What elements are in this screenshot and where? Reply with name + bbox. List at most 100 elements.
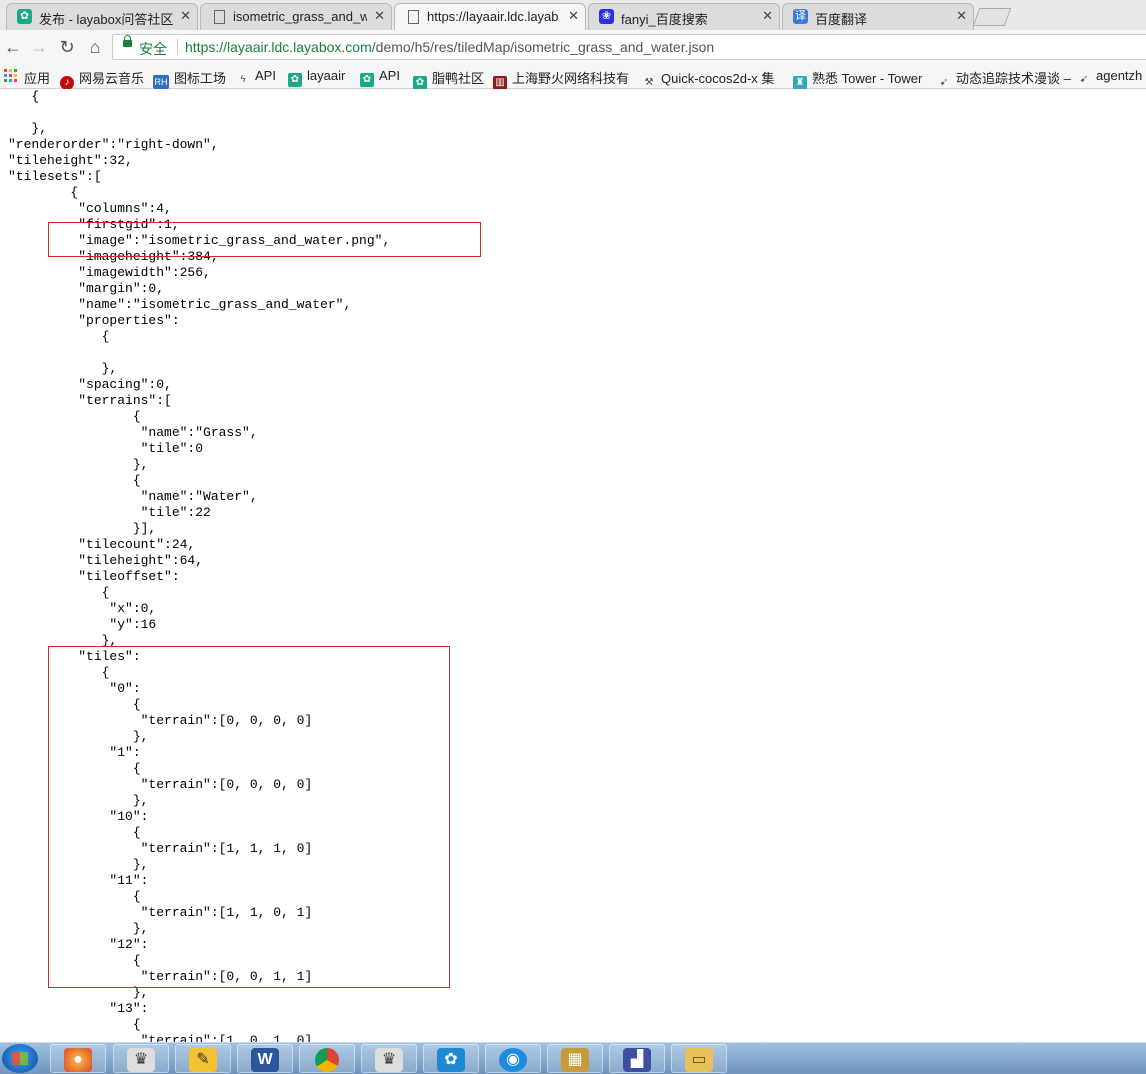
bookmark-netease-music[interactable]: ♪ 网易云音乐 bbox=[60, 68, 144, 90]
json-line: "tile":22 bbox=[8, 505, 211, 520]
apps-grid-icon[interactable] bbox=[4, 69, 18, 83]
taskbar-folder[interactable]: ▭ bbox=[671, 1044, 727, 1073]
home-icon[interactable]: ⌂ bbox=[84, 36, 106, 58]
divider bbox=[177, 39, 178, 55]
reload-icon[interactable]: ↻ bbox=[56, 36, 78, 58]
bookmark-apps[interactable]: 应用 bbox=[24, 68, 50, 87]
bookmarks-bar: 应用 ♪ 网易云音乐 RH 图标工场 ϟ API ✿ layaair ✿ API ✿ 脂鸭社… bbox=[0, 64, 1146, 90]
tab-layabox-forum[interactable]: ✿ 发布 - layabox问答社区 ✕ bbox=[6, 3, 198, 30]
cocos-icon: ♛ bbox=[375, 1048, 403, 1072]
bookmark-label: 动态追踪技术漫谈 – bbox=[956, 71, 1071, 86]
bookmark-label: API bbox=[255, 68, 276, 83]
json-line: "name":"Water", bbox=[8, 489, 258, 504]
taskbar-cocos[interactable]: ♛ bbox=[113, 1044, 169, 1073]
json-line: "renderorder":"right-down", bbox=[8, 137, 219, 152]
json-line: "name":"isometric_grass_and_water", bbox=[8, 297, 352, 312]
bookmark-label: 脂鸭社区 bbox=[432, 71, 485, 86]
close-icon[interactable]: ✕ bbox=[374, 8, 385, 24]
forward-arrow-icon[interactable]: → bbox=[28, 36, 50, 58]
close-icon[interactable]: ✕ bbox=[180, 8, 191, 24]
json-line: }, bbox=[8, 361, 118, 376]
rh-icon: RH bbox=[153, 75, 169, 89]
highlight-box-tiles bbox=[48, 646, 450, 988]
taskbar-word[interactable]: W bbox=[237, 1044, 293, 1073]
json-line: "columns":4, bbox=[8, 201, 172, 216]
bookmark-yehuo[interactable]: ▥ 上海野火网络科技有限 bbox=[493, 68, 629, 90]
json-line: "spacing":0, bbox=[8, 377, 172, 392]
tab-fanyi-search[interactable]: ❀ fanyi_百度搜索 ✕ bbox=[588, 3, 780, 30]
layabox-icon: ✿ bbox=[437, 1048, 465, 1072]
baidu-paw-icon: ❀ bbox=[599, 9, 614, 24]
taskbar-windows-live[interactable]: ● bbox=[50, 1044, 106, 1073]
taskbar-file-manager[interactable]: ▦ bbox=[547, 1044, 603, 1073]
json-line: "terrain":[1, 0, 1, 0] bbox=[8, 1033, 313, 1042]
back-arrow-icon[interactable]: ← bbox=[2, 36, 24, 58]
bookmark-laya-community[interactable]: ✿ 脂鸭社区 bbox=[413, 68, 484, 90]
tab-label: fanyi_百度搜索 bbox=[621, 12, 708, 27]
json-line: "name":"Grass", bbox=[8, 425, 258, 440]
file-manager-icon: ▦ bbox=[561, 1048, 589, 1072]
bookmark-api-1[interactable]: ϟ API bbox=[236, 68, 276, 87]
highlight-box-image bbox=[48, 222, 481, 257]
new-tab-button[interactable] bbox=[972, 8, 1012, 26]
bookmark-label: 上海野火网络科技有限 bbox=[512, 71, 629, 86]
json-line: { bbox=[8, 1017, 141, 1032]
bookmark-quick-cocos[interactable]: ⚒ Quick-cocos2d-x 集 bbox=[642, 68, 780, 90]
close-icon[interactable]: ✕ bbox=[568, 8, 579, 24]
browser-toolbar: ← → ↻ ⌂ 安全 https://layaair.ldc.layabox.c… bbox=[0, 30, 1146, 64]
taskbar-tim[interactable]: ◉ bbox=[485, 1044, 541, 1073]
bookmark-dynamic-tracing[interactable]: ➹ 动态追踪技术漫谈 – bbox=[937, 68, 1071, 90]
text-editor-icon: ✎ bbox=[189, 1048, 217, 1072]
tab-label: 百度翻译 bbox=[815, 12, 868, 27]
cocos-icon: ♛ bbox=[127, 1048, 155, 1072]
lock-icon bbox=[123, 35, 132, 47]
json-line: { bbox=[8, 585, 110, 600]
bookmark-api-2[interactable]: ✿ API bbox=[360, 68, 400, 87]
windows-start-icon[interactable] bbox=[2, 1044, 38, 1073]
layabox-icon: ✿ bbox=[17, 9, 32, 24]
tab-layaair-url[interactable]: https://layaair.ldc.layab ✕ bbox=[394, 3, 586, 30]
taskbar-layabox[interactable]: ✿ bbox=[423, 1044, 479, 1073]
json-line: "tileheight":32, bbox=[8, 153, 133, 168]
bookmark-agentzh[interactable]: ➹ agentzh bbox=[1077, 68, 1142, 87]
taskbar-cocos-2[interactable]: ♛ bbox=[361, 1044, 417, 1073]
bookmark-tower[interactable]: ♜ 熟悉 Tower - Tower bbox=[793, 68, 922, 90]
bookmark-label: 应用 bbox=[24, 71, 51, 86]
tab-label: isometric_grass_and_w bbox=[233, 9, 367, 24]
bookmark-label: layaair bbox=[307, 68, 346, 83]
bookmark-icon-workshop[interactable]: RH 图标工场 bbox=[153, 68, 226, 89]
json-line: "tilecount":24, bbox=[8, 537, 196, 552]
tab-baidu-translate[interactable]: 译 百度翻译 ✕ bbox=[782, 3, 974, 30]
company-logo-icon: ▥ bbox=[493, 76, 507, 90]
url-text[interactable]: https://layaair.ldc.layabox.com/demo/h5/… bbox=[185, 39, 714, 55]
tab-strip: ✿ 发布 - layabox问答社区 ✕ isometric_grass_and… bbox=[0, 0, 1146, 30]
address-bar[interactable]: 安全 https://layaair.ldc.layabox.com/demo/… bbox=[112, 34, 1146, 60]
bookmark-label: Quick-cocos2d-x 集 bbox=[661, 71, 775, 86]
tab-isometric-json[interactable]: isometric_grass_and_w ✕ bbox=[200, 3, 392, 30]
tiled-icon: ▟ bbox=[623, 1048, 651, 1072]
json-line: "margin":0, bbox=[8, 281, 165, 296]
url-host: https://layaair.ldc.layabox.com bbox=[185, 39, 372, 55]
close-icon[interactable]: ✕ bbox=[762, 8, 773, 24]
bookmark-label: 网易云音乐 bbox=[79, 71, 145, 86]
taskbar-text-editor[interactable]: ✎ bbox=[175, 1044, 231, 1073]
document-icon bbox=[408, 10, 419, 24]
bookmark-label: agentzh bbox=[1096, 68, 1143, 83]
json-line: "x":0, bbox=[8, 601, 157, 616]
taskbar-tiled[interactable]: ▟ bbox=[609, 1044, 665, 1073]
tab-label: https://layaair.ldc.layab bbox=[427, 9, 559, 24]
hammer-icon: ⚒ bbox=[644, 77, 654, 88]
netease-music-icon: ♪ bbox=[60, 76, 74, 90]
json-line: "tilesets":[ bbox=[8, 169, 102, 184]
json-line: "tile":0 bbox=[8, 441, 204, 456]
bird-icon: ➹ bbox=[939, 77, 949, 88]
close-icon[interactable]: ✕ bbox=[956, 8, 967, 24]
document-icon bbox=[214, 10, 225, 24]
json-line: { bbox=[8, 329, 110, 344]
layabox-icon: ✿ bbox=[413, 76, 427, 90]
taskbar-chrome[interactable] bbox=[299, 1044, 355, 1073]
secure-label: 安全 bbox=[139, 41, 167, 57]
api-tool-icon: ϟ bbox=[240, 74, 246, 85]
bookmark-layaair[interactable]: ✿ layaair bbox=[288, 68, 345, 87]
windows-live-icon: ● bbox=[64, 1048, 92, 1072]
